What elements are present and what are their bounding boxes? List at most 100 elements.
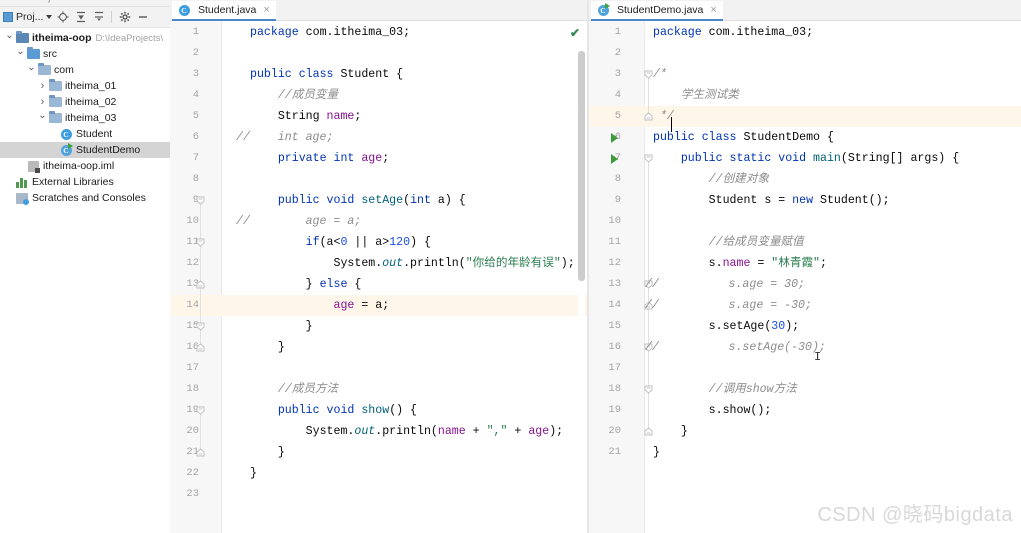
run-gutter-arrow[interactable] xyxy=(611,154,618,164)
code-line[interactable]: // s.age = 30; xyxy=(645,274,1021,295)
code-line[interactable] xyxy=(645,358,1021,379)
code-token: println xyxy=(410,257,459,270)
code-token: String xyxy=(250,110,327,123)
locate-file-icon[interactable] xyxy=(55,10,70,25)
close-icon[interactable]: × xyxy=(710,4,716,16)
code-token: Student { xyxy=(340,68,404,81)
fold-collapse-icon[interactable] xyxy=(196,196,205,205)
code-line[interactable] xyxy=(222,484,587,505)
fold-expand-icon[interactable] xyxy=(196,448,205,457)
code-line[interactable]: if(a<0 || a>120) { xyxy=(222,232,587,253)
code-line[interactable]: public class Student { xyxy=(222,64,587,85)
code-token: // int age; xyxy=(236,131,334,144)
tree-item-studentdemo[interactable]: C StudentDemo xyxy=(0,142,170,158)
tree-toggle-icon[interactable] xyxy=(26,65,37,75)
code-line[interactable]: //给成员变量赋值 xyxy=(645,232,1021,253)
code-line[interactable] xyxy=(645,211,1021,232)
code-line[interactable]: package com.itheima_03; xyxy=(645,22,1021,43)
code-line[interactable]: } xyxy=(645,421,1021,442)
code-line[interactable]: //创建对象 xyxy=(645,169,1021,190)
code-line[interactable]: //成员变量 xyxy=(222,85,587,106)
scrollbar-thumb-left[interactable] xyxy=(578,51,585,281)
tree-toggle-icon[interactable] xyxy=(37,97,48,108)
fold-collapse-icon[interactable] xyxy=(196,322,205,331)
code-line[interactable]: s.name = "林青霞"; xyxy=(645,253,1021,274)
code-token: Student s = xyxy=(653,194,793,207)
fold-collapse-icon[interactable] xyxy=(196,406,205,415)
code-text-left[interactable]: package com.itheima_03;public class Stud… xyxy=(222,21,587,533)
code-line[interactable]: } xyxy=(222,463,587,484)
inspection-status-icon[interactable]: ✔ xyxy=(570,26,580,40)
fold-expand-icon[interactable] xyxy=(196,343,205,352)
code-line[interactable]: // int age; xyxy=(222,127,587,148)
code-token: = xyxy=(750,257,772,270)
code-line[interactable]: /* xyxy=(645,64,1021,85)
tree-item-itheima-02[interactable]: itheima_02 xyxy=(0,94,170,110)
code-text-right[interactable]: package com.itheima_03;/* 学生测试类 */public… xyxy=(645,21,1021,533)
tree-item-scratches-and-consoles[interactable]: Scratches and Consoles xyxy=(0,190,170,206)
project-tree[interactable]: itheima-oopD:\IdeaProjects\srccomitheima… xyxy=(0,28,170,533)
code-line[interactable]: } xyxy=(222,442,587,463)
code-line[interactable]: age = a; xyxy=(222,295,587,316)
collapse-all-icon[interactable] xyxy=(91,10,106,25)
tree-item-src[interactable]: src xyxy=(0,46,170,62)
code-token: "林青霞" xyxy=(771,257,820,270)
code-line[interactable]: } xyxy=(645,442,1021,463)
code-line[interactable] xyxy=(222,358,587,379)
code-line[interactable]: public void show() { xyxy=(222,400,587,421)
fold-collapse-icon[interactable] xyxy=(196,238,205,247)
code-line[interactable]: s.setAge(30); xyxy=(645,316,1021,337)
code-line[interactable]: // s.age = -30; xyxy=(645,295,1021,316)
tab-student-java[interactable]: C Student.java × xyxy=(172,1,276,21)
code-line[interactable] xyxy=(222,43,587,64)
code-line[interactable]: //调用show方法 xyxy=(645,379,1021,400)
tree-toggle-icon[interactable] xyxy=(37,81,48,92)
code-token: name xyxy=(437,425,466,438)
code-line[interactable] xyxy=(222,169,587,190)
code-line[interactable]: */ xyxy=(645,106,1021,127)
expand-all-icon[interactable] xyxy=(73,10,88,25)
code-line[interactable]: System.out.println(name + "," + age); xyxy=(222,421,587,442)
line-number: 14 xyxy=(608,299,621,311)
tree-item-itheima-03[interactable]: itheima_03 xyxy=(0,110,170,126)
code-line[interactable]: } xyxy=(222,337,587,358)
code-line[interactable] xyxy=(645,43,1021,64)
fold-expand-icon[interactable] xyxy=(196,280,205,289)
code-line[interactable]: //成员方法 xyxy=(222,379,587,400)
code-line[interactable]: } xyxy=(222,316,587,337)
code-line[interactable]: public void setAge(int a) { xyxy=(222,190,587,211)
code-line[interactable]: System.out.println("你给的年龄有误"); xyxy=(222,253,587,274)
code-token: ; xyxy=(820,257,827,270)
tree-item-itheima-oop[interactable]: itheima-oopD:\IdeaProjects\ xyxy=(0,30,170,46)
tree-item-itheima-oop-iml[interactable]: itheima-oop.iml xyxy=(0,158,170,174)
tree-item-external-libraries[interactable]: External Libraries xyxy=(0,174,170,190)
tree-item-com[interactable]: com xyxy=(0,62,170,78)
code-line[interactable]: // s.setAge(-30); xyxy=(645,337,1021,358)
code-token: if xyxy=(305,236,320,249)
line-number: 2 xyxy=(614,47,621,59)
code-line[interactable]: private int age; xyxy=(222,148,587,169)
code-line[interactable]: public class StudentDemo { xyxy=(645,127,1021,148)
close-icon[interactable]: × xyxy=(263,4,269,16)
code-line[interactable]: } else { xyxy=(222,274,587,295)
tree-item-itheima-01[interactable]: itheima_01 xyxy=(0,78,170,94)
settings-gear-icon[interactable] xyxy=(117,10,132,25)
code-editor-right[interactable]: 1 2 3 4 5 6 7 8 9 10 11 12 13 14 15 16 17 18 19 20 21 packag… xyxy=(589,21,1021,533)
tree-item-student[interactable]: C Student xyxy=(0,126,170,142)
code-editor-left[interactable]: 1 2 3 4 5 6 7 8 9 10 11 12 13 14 15 16 17 18 19 20 21 22 23 pa… xyxy=(170,21,587,533)
tab-studentdemo-java[interactable]: C StudentDemo.java × xyxy=(591,1,723,21)
code-line[interactable]: s.show(); xyxy=(645,400,1021,421)
hide-panel-icon[interactable] xyxy=(135,10,150,25)
code-line[interactable]: 学生测试类 xyxy=(645,85,1021,106)
tree-toggle-icon[interactable] xyxy=(15,49,26,59)
code-line[interactable]: public static void main(String[] args) { xyxy=(645,148,1021,169)
tree-toggle-icon[interactable] xyxy=(37,113,48,123)
run-gutter-arrow[interactable] xyxy=(611,133,618,143)
code-line[interactable]: package com.itheima_03; xyxy=(222,22,587,43)
tree-toggle-icon[interactable] xyxy=(4,33,15,43)
code-line[interactable]: String name; xyxy=(222,106,587,127)
code-line[interactable]: Student s = new Student(); xyxy=(645,190,1021,211)
project-view-selector[interactable]: Proj... xyxy=(3,11,53,23)
line-number: 18 xyxy=(186,383,199,395)
code-line[interactable]: // age = a; xyxy=(222,211,587,232)
